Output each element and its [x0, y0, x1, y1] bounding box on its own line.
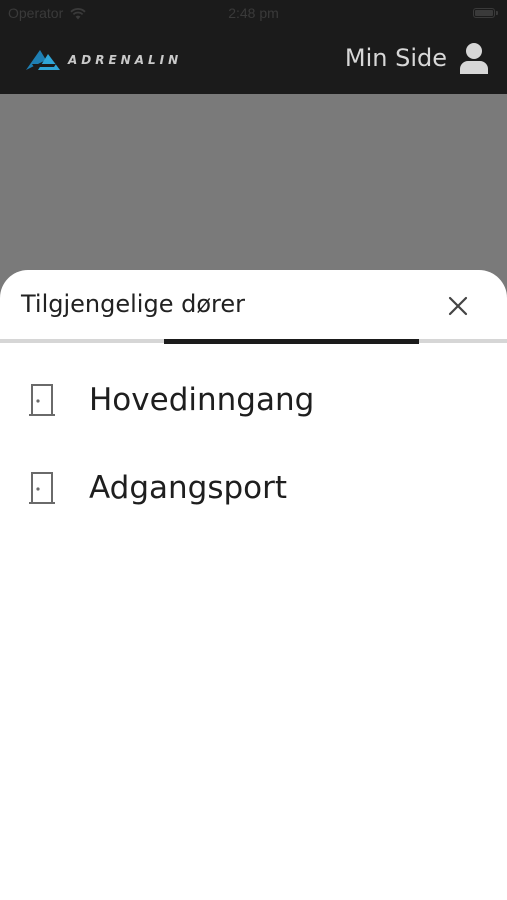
dimmed-backdrop[interactable] — [0, 94, 507, 284]
sheet-title: Tilgjengelige dører — [21, 290, 245, 318]
status-time: 2:48 pm — [228, 5, 279, 21]
logo[interactable]: ADRENALIN — [26, 48, 182, 72]
app-header: ADRENALIN Min Side — [0, 28, 507, 94]
logo-text: ADRENALIN — [68, 53, 183, 67]
logo-mark-icon — [26, 50, 60, 70]
min-side-label: Min Side — [344, 44, 447, 72]
door-icon — [29, 384, 55, 416]
door-item-adgangsport[interactable]: Adgangsport — [0, 444, 507, 532]
available-doors-sheet: Tilgjengelige dører Hovedinngang Adgangs… — [0, 270, 507, 900]
min-side-button[interactable]: Min Side — [345, 42, 489, 74]
close-icon[interactable] — [447, 295, 469, 317]
user-icon — [460, 43, 488, 74]
door-label: Hovedinngang — [89, 382, 315, 418]
door-label: Adgangsport — [89, 470, 288, 506]
status-bar: Operator 2:48 pm — [0, 0, 507, 28]
battery-icon — [473, 8, 498, 18]
door-item-hovedinngang[interactable]: Hovedinngang — [0, 356, 507, 444]
tab-indicator — [164, 339, 419, 344]
door-icon — [29, 472, 55, 504]
door-list: Hovedinngang Adgangsport — [0, 356, 507, 532]
